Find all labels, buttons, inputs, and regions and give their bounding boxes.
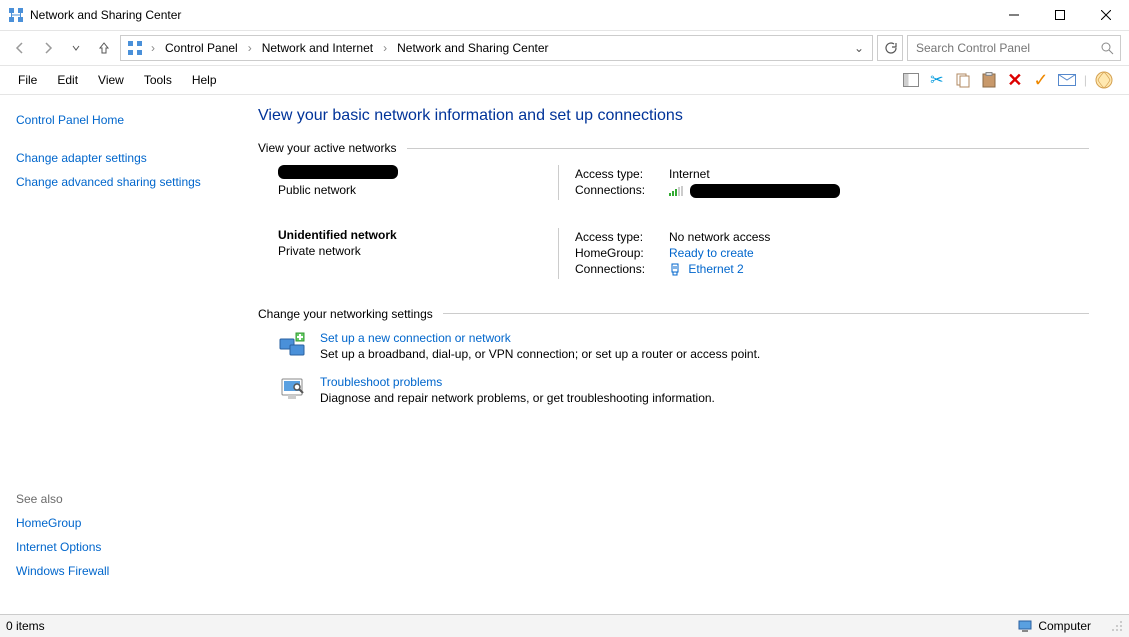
task-description: Diagnose and repair network problems, or… <box>320 391 715 405</box>
chevron-right-icon[interactable]: › <box>379 41 391 55</box>
minimize-button[interactable] <box>991 0 1037 30</box>
access-type-value: No network access <box>669 230 770 244</box>
navbar: › Control Panel › Network and Internet ›… <box>0 30 1129 66</box>
breadcrumb-item[interactable]: Control Panel <box>161 39 242 57</box>
main-content: View your basic network information and … <box>242 95 1129 614</box>
accept-icon[interactable]: ✓ <box>1032 71 1050 89</box>
menu-edit[interactable]: Edit <box>47 69 88 91</box>
connection-link[interactable] <box>669 183 840 198</box>
breadcrumb-item[interactable]: Network and Internet <box>258 39 377 57</box>
control-panel-home-link[interactable]: Control Panel Home <box>16 113 226 127</box>
cut-icon[interactable]: ✂ <box>928 71 946 89</box>
up-button[interactable] <box>92 36 116 60</box>
forward-button[interactable] <box>36 36 60 60</box>
ethernet-icon <box>669 263 681 277</box>
maximize-button[interactable] <box>1037 0 1083 30</box>
menu-view[interactable]: View <box>88 69 134 91</box>
access-type-label: Access type: <box>575 167 669 181</box>
connections-label: Connections: <box>575 183 669 197</box>
breadcrumb[interactable]: › Control Panel › Network and Internet ›… <box>120 35 873 61</box>
network-center-icon <box>127 40 143 56</box>
homegroup-label: HomeGroup: <box>575 246 669 260</box>
connection-link[interactable]: Ethernet 2 <box>669 262 744 277</box>
panel-icon[interactable] <box>902 71 920 89</box>
network-name: Unidentified network <box>278 228 558 242</box>
mail-icon[interactable] <box>1058 71 1076 89</box>
wifi-signal-icon <box>669 186 683 196</box>
homegroup-link[interactable]: Ready to create <box>669 246 754 260</box>
menu-tools[interactable]: Tools <box>134 69 182 91</box>
search-input[interactable] <box>907 35 1121 61</box>
change-settings-section: Change your networking settings <box>258 307 1089 321</box>
breadcrumb-item[interactable]: Network and Sharing Center <box>393 39 552 57</box>
menu-file[interactable]: File <box>8 69 47 91</box>
recent-dropdown[interactable] <box>64 36 88 60</box>
resize-grip[interactable] <box>1111 620 1123 632</box>
refresh-button[interactable] <box>877 35 903 61</box>
back-button[interactable] <box>8 36 32 60</box>
menubar: File Edit View Tools Help ✂ ✕ ✓ | <box>0 66 1129 95</box>
change-adapter-link[interactable]: Change adapter settings <box>16 151 226 165</box>
network-type: Public network <box>278 183 558 197</box>
troubleshoot-icon <box>278 375 306 403</box>
active-networks-section: View your active networks <box>258 141 1089 155</box>
body: Control Panel Home Change adapter settin… <box>0 95 1129 614</box>
homegroup-link[interactable]: HomeGroup <box>16 516 226 530</box>
connections-label: Connections: <box>575 262 669 276</box>
sidebar: Control Panel Home Change adapter settin… <box>0 95 242 614</box>
delete-icon[interactable]: ✕ <box>1006 71 1024 89</box>
copy-icon[interactable] <box>954 71 972 89</box>
window-title: Network and Sharing Center <box>30 8 181 22</box>
setup-connection-icon <box>278 331 306 359</box>
chevron-right-icon[interactable]: › <box>244 41 256 55</box>
task-setup-connection: Set up a new connection or network Set u… <box>278 331 1089 361</box>
close-button[interactable] <box>1083 0 1129 30</box>
search-icon <box>1100 41 1114 55</box>
windows-firewall-link[interactable]: Windows Firewall <box>16 564 226 578</box>
toolbar: ✂ ✕ ✓ | <box>902 71 1121 89</box>
chevron-right-icon[interactable]: › <box>147 41 159 55</box>
window: Network and Sharing Center › Control Pan… <box>0 0 1129 637</box>
status-location: Computer <box>1038 619 1091 633</box>
redacted-network-name <box>278 165 398 179</box>
section-label: View your active networks <box>258 141 407 155</box>
computer-icon <box>1018 620 1032 632</box>
search-field[interactable] <box>914 40 1100 56</box>
network-entry: Unidentified network Private network Acc… <box>278 228 1089 279</box>
statusbar: 0 items Computer <box>0 614 1129 637</box>
access-type-label: Access type: <box>575 230 669 244</box>
internet-options-link[interactable]: Internet Options <box>16 540 226 554</box>
section-label: Change your networking settings <box>258 307 443 321</box>
network-center-icon <box>8 7 24 23</box>
paste-icon[interactable] <box>980 71 998 89</box>
setup-connection-link[interactable]: Set up a new connection or network <box>320 331 760 345</box>
shell-icon[interactable] <box>1095 71 1113 89</box>
change-advanced-sharing-link[interactable]: Change advanced sharing settings <box>16 175 226 189</box>
network-entry: Public network Access type: Internet Con… <box>278 165 1089 200</box>
access-type-value: Internet <box>669 167 710 181</box>
redacted-connection-name <box>690 184 840 198</box>
item-count: 0 items <box>6 619 45 633</box>
troubleshoot-link[interactable]: Troubleshoot problems <box>320 375 715 389</box>
see-also-heading: See also <box>16 492 226 506</box>
titlebar: Network and Sharing Center <box>0 0 1129 30</box>
task-troubleshoot: Troubleshoot problems Diagnose and repai… <box>278 375 1089 405</box>
chevron-down-icon[interactable]: ⌄ <box>850 41 868 55</box>
task-description: Set up a broadband, dial-up, or VPN conn… <box>320 347 760 361</box>
menu-help[interactable]: Help <box>182 69 227 91</box>
network-type: Private network <box>278 244 558 258</box>
window-controls <box>991 0 1129 30</box>
page-heading: View your basic network information and … <box>258 107 1089 125</box>
